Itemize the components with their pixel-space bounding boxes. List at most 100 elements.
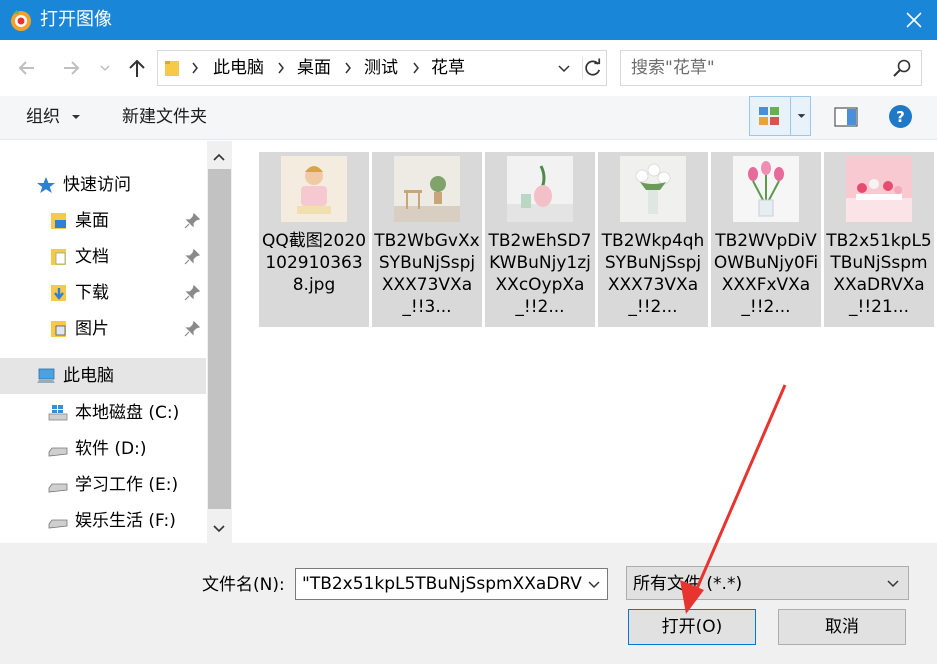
forward-button[interactable] bbox=[58, 54, 84, 82]
preview-pane-icon[interactable] bbox=[834, 106, 858, 128]
window-title: 打开图像 bbox=[40, 9, 112, 30]
refresh-icon[interactable] bbox=[582, 57, 604, 79]
close-icon bbox=[906, 12, 922, 28]
sidebar-item-this-pc[interactable]: 此电脑 bbox=[0, 358, 206, 394]
close-button[interactable] bbox=[891, 0, 937, 40]
sidebar-item-label: 本地磁盘 (C:) bbox=[75, 403, 180, 423]
sidebar-item-label: 文档 bbox=[75, 247, 109, 267]
breadcrumb-separator-icon bbox=[192, 62, 198, 74]
back-button[interactable] bbox=[14, 54, 40, 82]
file-item[interactable]: TB2WbGvXxSYBuNjSspjXXX73VXa_!!3... bbox=[372, 152, 482, 327]
address-bar[interactable]: 此电脑 桌面 测试 花草 bbox=[157, 50, 607, 86]
search-icon[interactable] bbox=[892, 58, 912, 78]
breadcrumb-desktop[interactable]: 桌面 bbox=[297, 57, 331, 79]
sidebar-item-quick-access[interactable]: 快速访问 bbox=[0, 167, 206, 203]
file-name-field[interactable]: "TB2x51kpL5TBuNjSspmXXaDRVXa_!!21 bbox=[295, 568, 608, 600]
file-name-label: 文件名(N): bbox=[202, 575, 285, 595]
file-item[interactable]: TB2wEhSD7KWBuNjy1zjXXcOypXa_!!2... bbox=[485, 152, 595, 327]
breadcrumb-separator-icon bbox=[345, 62, 351, 74]
navigation-scrollbar[interactable] bbox=[207, 141, 232, 543]
pin-icon[interactable] bbox=[184, 249, 200, 265]
recent-locations-chevron-icon[interactable] bbox=[96, 54, 114, 82]
up-button[interactable] bbox=[124, 54, 150, 82]
search-box[interactable]: 搜索"花草" bbox=[620, 50, 922, 86]
pink-flowers-photo-thumbnail bbox=[846, 156, 912, 222]
sidebar-item-downloads[interactable]: 下载 bbox=[0, 275, 206, 311]
breadcrumb-separator-icon bbox=[413, 62, 419, 74]
downloads-folder-icon bbox=[51, 285, 66, 301]
sidebar-item-label: 学习工作 (E:) bbox=[75, 475, 179, 495]
sidebar-item-drive-c[interactable]: 本地磁盘 (C:) bbox=[0, 395, 206, 431]
windows-drive-icon bbox=[48, 405, 68, 421]
tulips-photo-thumbnail bbox=[733, 156, 799, 222]
sidebar-item-label: 娱乐生活 (F:) bbox=[75, 511, 176, 531]
svg-text:?: ? bbox=[896, 108, 905, 126]
folder-icon bbox=[165, 61, 179, 76]
computer-icon bbox=[37, 368, 55, 383]
scroll-down-icon[interactable] bbox=[212, 522, 226, 536]
pin-icon[interactable] bbox=[184, 213, 200, 229]
organize-label: 组织 bbox=[26, 107, 60, 127]
navigation-pane: 快速访问 桌面 文档 下载 图片 此电脑 本地磁盘 (C:) 软件 (D:) 学… bbox=[0, 141, 232, 543]
drive-icon bbox=[48, 447, 68, 457]
file-name: TB2wEhSD7KWBuNjy1zjXXcOypXa_!!2... bbox=[488, 231, 592, 317]
sidebar-item-label: 快速访问 bbox=[63, 175, 131, 195]
cancel-button[interactable]: 取消 bbox=[778, 609, 906, 645]
sidebar-item-documents[interactable]: 文档 bbox=[0, 239, 206, 275]
drive-icon bbox=[48, 519, 68, 529]
dialog-footer bbox=[0, 543, 937, 664]
pictures-folder-icon bbox=[51, 321, 66, 337]
sidebar-item-drive-e[interactable]: 学习工作 (E:) bbox=[0, 467, 206, 503]
file-type-select[interactable]: 所有文件 (*.*) bbox=[626, 566, 909, 600]
pin-icon[interactable] bbox=[184, 285, 200, 301]
chevron-down-icon bbox=[887, 580, 899, 588]
view-options-chevron-icon[interactable] bbox=[790, 97, 811, 135]
organize-button[interactable]: 组织 bbox=[26, 106, 83, 128]
breadcrumb-test[interactable]: 测试 bbox=[364, 57, 398, 79]
file-name: QQ截图20201029103638.jpg bbox=[261, 231, 367, 295]
change-view-button[interactable] bbox=[749, 96, 811, 136]
scroll-up-icon[interactable] bbox=[212, 150, 226, 164]
breadcrumb-separator-icon bbox=[278, 62, 284, 74]
sidebar-item-label: 下载 bbox=[75, 283, 109, 303]
file-item[interactable]: TB2WVpDiVOWBuNjy0FiXXXFxVXa_!!2... bbox=[711, 152, 821, 327]
sidebar-item-label: 此电脑 bbox=[63, 366, 114, 386]
file-name: TB2WVpDiVOWBuNjy0FiXXXFxVXa_!!2... bbox=[713, 231, 819, 317]
chevron-down-icon bbox=[72, 115, 81, 119]
drive-icon bbox=[48, 483, 68, 493]
breadcrumb-this-pc[interactable]: 此电脑 bbox=[213, 57, 264, 79]
sidebar-item-pictures[interactable]: 图片 bbox=[0, 311, 206, 347]
file-item[interactable]: QQ截图20201029103638.jpg bbox=[259, 152, 369, 327]
app-logo-icon bbox=[11, 10, 31, 31]
scrollbar-thumb[interactable] bbox=[208, 169, 231, 509]
title-bar: 打开图像 bbox=[0, 0, 937, 40]
file-item[interactable]: TB2x51kpL5TBuNjSspmXXaDRVXa_!!21... bbox=[824, 152, 934, 327]
open-button[interactable]: 打开(O) bbox=[628, 609, 756, 645]
search-placeholder: 搜索"花草" bbox=[631, 58, 715, 78]
new-folder-button[interactable]: 新建文件夹 bbox=[122, 106, 207, 128]
file-type-value: 所有文件 (*.*) bbox=[633, 574, 743, 594]
sidebar-item-label: 桌面 bbox=[75, 211, 109, 231]
breadcrumb-flowers[interactable]: 花草 bbox=[431, 57, 465, 79]
file-name: TB2x51kpL5TBuNjSspmXXaDRVXa_!!21... bbox=[826, 231, 932, 317]
file-item[interactable]: TB2Wkp4qhSYBuNjSspjXXX73VXa_!!2... bbox=[598, 152, 708, 327]
pin-icon[interactable] bbox=[184, 321, 200, 337]
room-photo-thumbnail bbox=[394, 156, 460, 222]
file-name-value: "TB2x51kpL5TBuNjSspmXXaDRVXa_!!21 bbox=[302, 574, 582, 594]
chevron-down-icon[interactable] bbox=[587, 577, 601, 591]
documents-folder-icon bbox=[51, 249, 66, 265]
sidebar-item-desktop[interactable]: 桌面 bbox=[0, 203, 206, 239]
sidebar-item-drive-d[interactable]: 软件 (D:) bbox=[0, 431, 206, 467]
desktop-folder-icon bbox=[51, 213, 66, 229]
file-list: QQ截图20201029103638.jpg TB2WbGvXxSYBuNjSs… bbox=[233, 141, 937, 543]
sidebar-item-drive-f[interactable]: 娱乐生活 (F:) bbox=[0, 503, 206, 539]
file-name: TB2WbGvXxSYBuNjSspjXXX73VXa_!!3... bbox=[374, 231, 480, 317]
file-name: TB2Wkp4qhSYBuNjSspjXXX73VXa_!!2... bbox=[601, 231, 705, 317]
child-photo-thumbnail bbox=[281, 156, 347, 222]
sidebar-item-label: 软件 (D:) bbox=[75, 439, 147, 459]
sidebar-item-label: 图片 bbox=[75, 319, 109, 339]
flowers-photo-thumbnail bbox=[620, 156, 686, 222]
address-dropdown-chevron-icon[interactable] bbox=[556, 60, 572, 76]
large-icons-view-icon bbox=[759, 107, 779, 125]
help-icon[interactable]: ? bbox=[888, 104, 913, 129]
